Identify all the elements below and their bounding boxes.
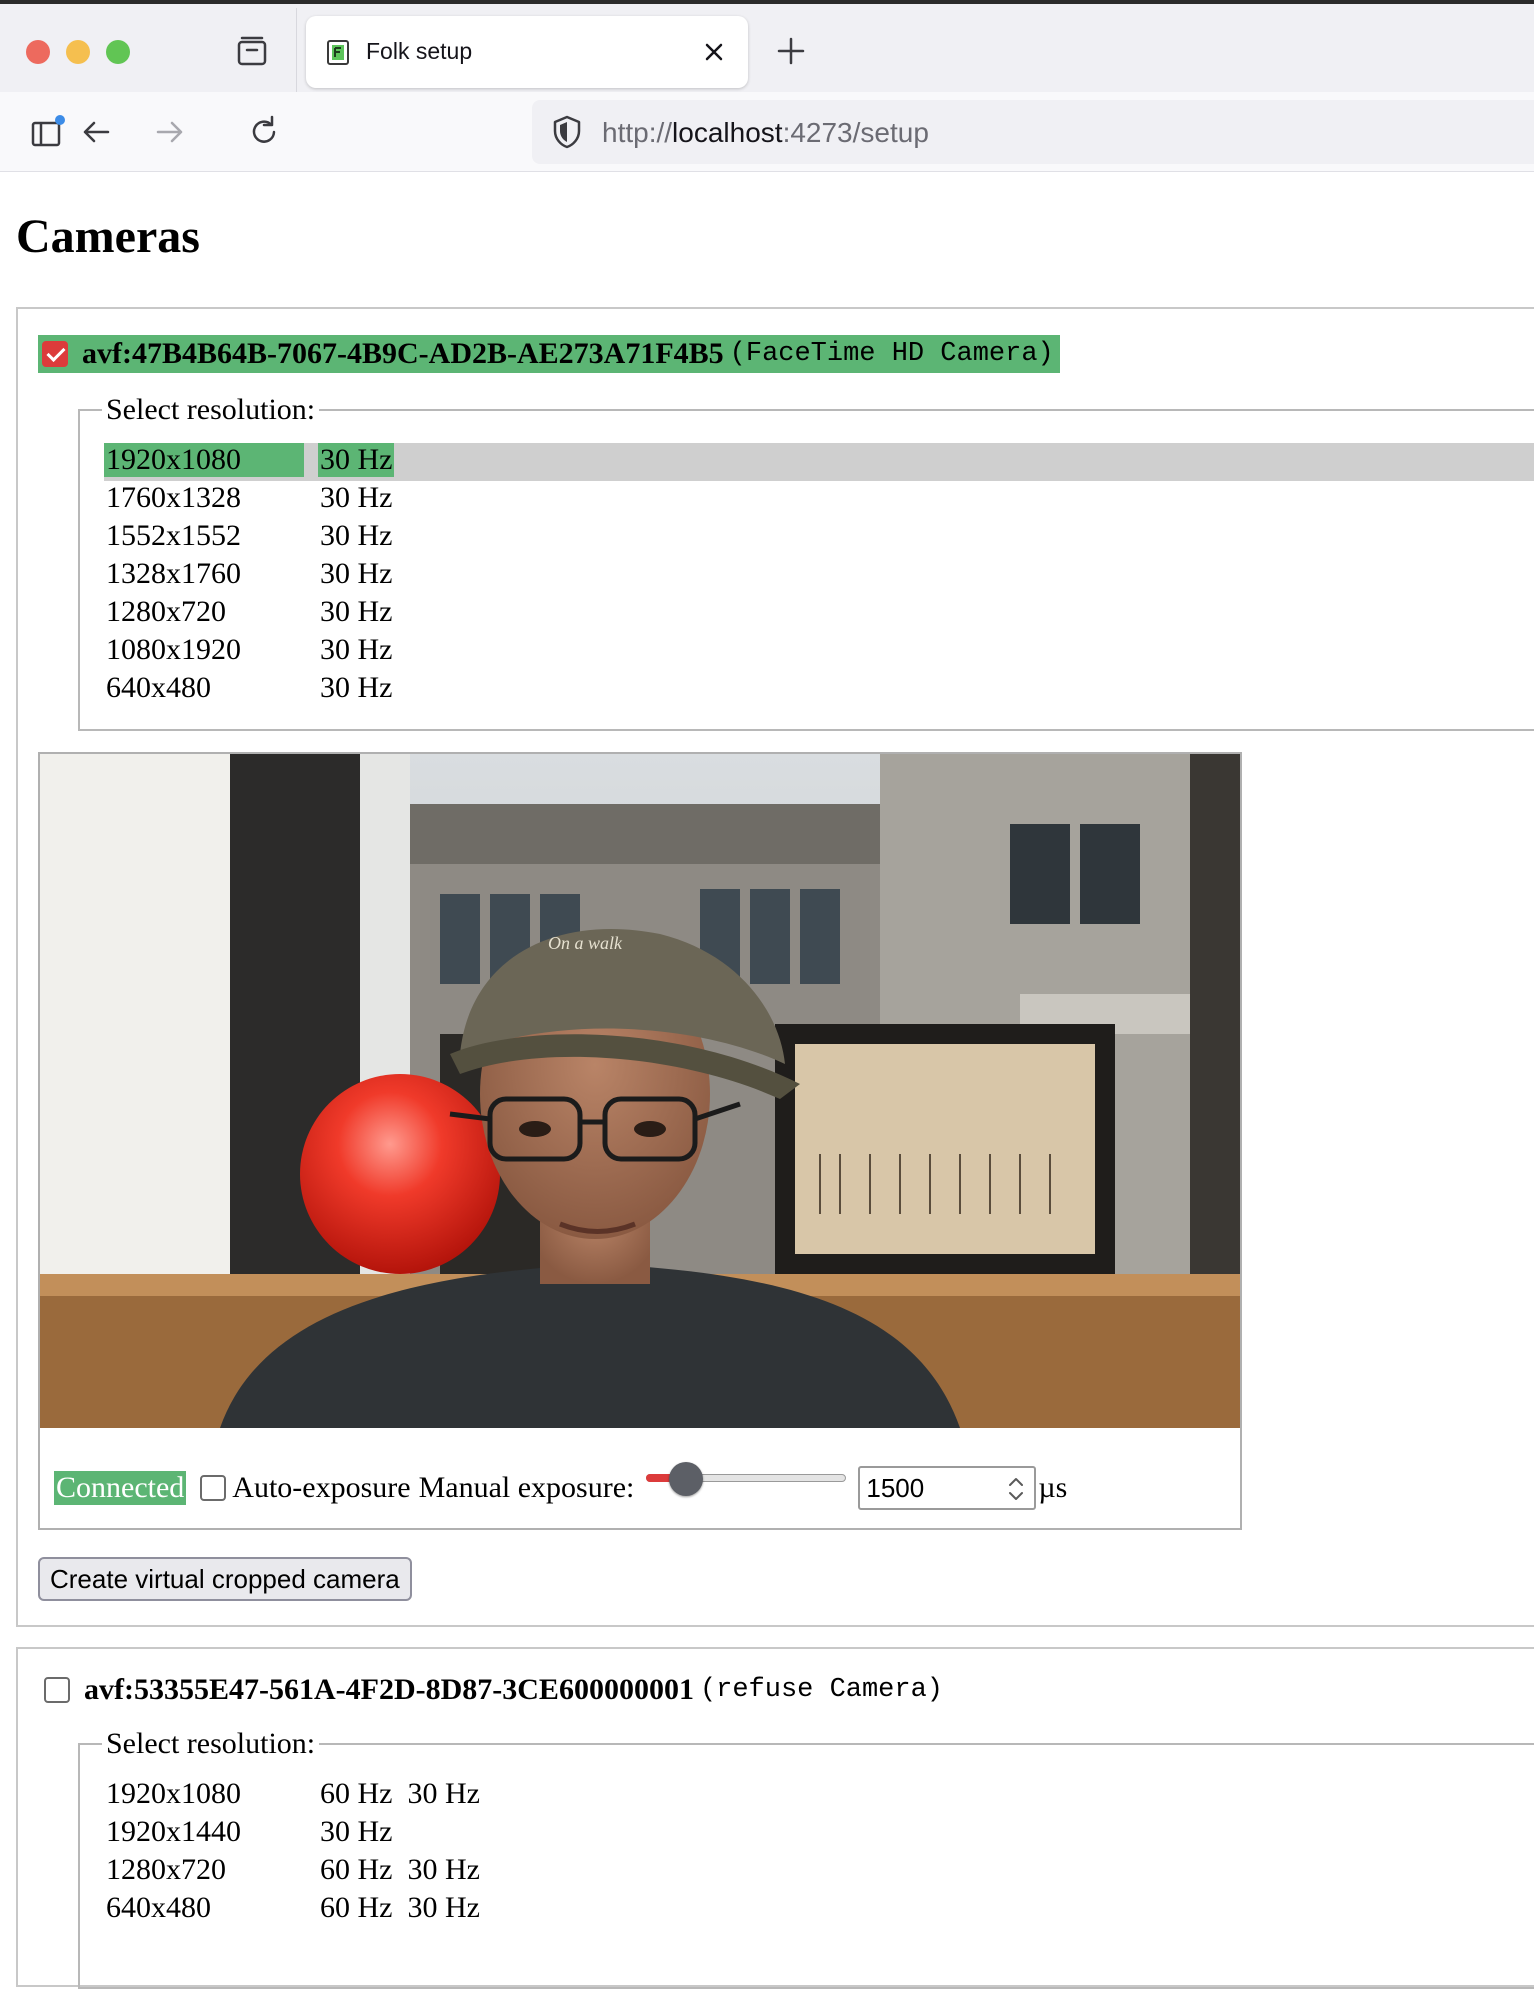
address-bar[interactable]: http://localhost:4273/setup [532,100,1534,164]
resolution-size: 640x480 [106,671,211,704]
auto-exposure-checkbox[interactable] [200,1475,227,1501]
resolution-size: 1552x1552 [106,519,241,552]
camera-panel: avf:47B4B64B-7067-4B9C-AD2B-AE273A71F4B5… [16,307,1534,1627]
exposure-value: 1500 [866,1472,925,1503]
shield-icon[interactable] [550,114,584,150]
new-tab-icon[interactable] [774,34,808,68]
exposure-unit: µs [1038,1471,1068,1504]
camera-controls: Connected Auto-exposure Manual exposure:… [54,1462,1068,1510]
resolution-rate[interactable]: 60 Hz 30 Hz [318,1777,482,1811]
camera-name: (FaceTime HD Camera) [729,339,1054,369]
resolution-size: 1920x1080 [106,1777,241,1810]
tab-separator [296,8,297,96]
reload-icon[interactable] [244,112,284,152]
resolution-size: 1080x1920 [106,633,241,666]
page-title: Cameras [16,210,200,263]
camera-preview: On a walk Connected Auto-exposure Manual… [38,752,1242,1530]
create-virtual-camera-button[interactable]: Create virtual cropped camera [38,1557,412,1601]
browser-tab-bar: Folk setup [0,0,1534,96]
url-scheme: http:// [602,117,673,148]
resolution-rate[interactable]: 30 Hz [318,1815,394,1849]
resolution-size: 1920x1080 [104,443,304,477]
camera-feed-image: On a walk [40,754,1240,1428]
camera-header: avf:53355E47-561A-4F2D-8D87-3CE600000001… [44,1673,943,1707]
url-host: localhost [672,117,783,148]
resolution-rate[interactable]: 30 Hz [318,557,394,591]
tab-folk-setup[interactable]: Folk setup [306,16,748,88]
resolution-rate[interactable]: 30 Hz [318,595,394,629]
sidebar-toggle-icon[interactable] [28,112,68,152]
resolution-size: 640x480 [106,1891,211,1924]
number-stepper-icon[interactable] [1006,1472,1026,1506]
manual-exposure-label: Manual exposure: [418,1471,635,1504]
resolution-legend: Select resolution: [106,393,316,426]
camera-panel: avf:53355E47-561A-4F2D-8D87-3CE600000001… [16,1647,1534,1989]
resolution-size: 1328x1760 [106,557,241,590]
url-path: :4273/setup [782,117,929,148]
tab-title: Folk setup [366,38,473,64]
resolution-size: 1920x1440 [106,1815,241,1848]
resolution-size: 1280x720 [106,595,226,628]
tab-overview-icon[interactable] [234,34,270,70]
camera-enable-checkbox[interactable] [44,1677,70,1703]
maximize-window-button[interactable] [106,40,130,64]
resolution-rate[interactable]: 60 Hz 30 Hz [318,1891,482,1925]
camera-id: avf:53355E47-561A-4F2D-8D87-3CE600000001 [84,1673,694,1706]
resolution-size: 1280x720 [106,1853,226,1886]
camera-header: avf:47B4B64B-7067-4B9C-AD2B-AE273A71F4B5… [38,335,1060,373]
browser-nav-bar: http://localhost:4273/setup [0,92,1534,172]
camera-name: (refuse Camera) [699,1675,943,1705]
folk-favicon-icon [327,40,349,65]
close-tab-icon[interactable] [700,38,728,66]
resolution-rate[interactable]: 30 Hz [318,443,395,477]
cap-logo-text: On a walk [548,933,623,953]
resolution-rate[interactable]: 30 Hz [318,519,394,553]
back-icon[interactable] [76,112,116,152]
resolution-rate[interactable]: 60 Hz 30 Hz [318,1853,482,1887]
resolution-rate[interactable]: 30 Hz [318,633,394,667]
minimize-window-button[interactable] [66,40,90,64]
resolution-size: 1760x1328 [106,481,241,514]
resolution-rate[interactable]: 30 Hz [318,481,394,515]
connection-status-badge: Connected [54,1471,187,1505]
resolution-row[interactable]: 1920x1080 30 Hz [104,443,1534,481]
exposure-slider[interactable] [646,1458,847,1498]
resolution-rate[interactable]: 30 Hz [318,671,394,705]
auto-exposure-label: Auto-exposure [232,1471,411,1504]
forward-icon[interactable] [150,112,190,152]
camera-enable-checkbox[interactable] [42,341,68,367]
close-window-button[interactable] [26,40,50,64]
url-text[interactable]: http://localhost:4273/setup [602,117,929,149]
slider-thumb[interactable] [669,1462,704,1496]
camera-id: avf:47B4B64B-7067-4B9C-AD2B-AE273A71F4B5 [82,337,724,370]
resolution-legend: Select resolution: [106,1727,316,1760]
exposure-input[interactable]: 1500 [858,1466,1037,1510]
